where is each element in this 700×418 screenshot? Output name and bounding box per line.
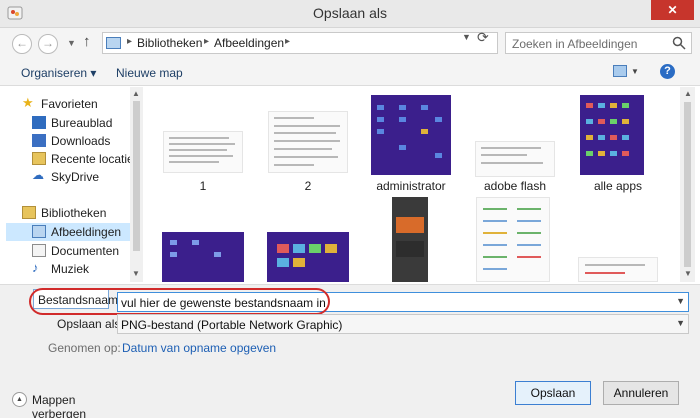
address-bar[interactable]: ▸ Bibliotheken ▸ Afbeeldingen ▸ xyxy=(102,32,498,54)
search-icon[interactable] xyxy=(672,36,686,50)
breadcrumb-chevron-icon[interactable]: ▸ xyxy=(204,36,209,47)
file-name[interactable]: adobe flash xyxy=(465,179,565,193)
file-thumbnail xyxy=(268,111,348,173)
back-button[interactable]: ← xyxy=(12,34,32,54)
breadcrumb-afbeeldingen[interactable]: Afbeeldingen xyxy=(214,36,284,50)
documents-icon xyxy=(32,244,46,257)
file-list-scrollbar[interactable]: ▲ ▼ xyxy=(680,87,695,282)
recent-places-icon xyxy=(32,152,46,165)
file-thumbnail xyxy=(475,141,555,177)
downloads-icon xyxy=(32,134,46,147)
scroll-down-icon[interactable]: ▼ xyxy=(132,269,140,278)
file-name[interactable]: 1 xyxy=(153,179,253,193)
recent-locations-dropdown-icon[interactable]: ▼ xyxy=(67,38,76,48)
window-title: Opslaan als xyxy=(313,5,387,21)
file-thumbnail xyxy=(580,95,644,175)
refresh-icon[interactable]: ⟳ xyxy=(477,29,489,46)
navigation-bar: ← → ▼ ↑ ▸ Bibliotheken ▸ Afbeeldingen ▸ … xyxy=(0,28,700,58)
scrollbar-thumb[interactable] xyxy=(133,101,140,251)
file-name[interactable]: administrator xyxy=(361,179,461,193)
file-thumbnail xyxy=(162,232,244,282)
scroll-up-icon[interactable]: ▲ xyxy=(684,89,692,98)
address-history-dropdown-icon[interactable]: ▼ xyxy=(462,32,471,42)
file-item[interactable] xyxy=(474,197,554,282)
view-options-dropdown-icon[interactable]: ▼ xyxy=(631,67,639,76)
file-item[interactable] xyxy=(578,257,658,282)
annotation-highlight-oval xyxy=(29,288,330,315)
chevron-up-icon: ▲ xyxy=(12,392,27,407)
desktop-icon xyxy=(32,116,46,129)
hide-folders-button[interactable]: ▲ Mappen verbergen xyxy=(12,391,132,418)
file-name[interactable]: alle apps xyxy=(568,179,668,193)
chevron-down-icon[interactable]: ▼ xyxy=(676,318,685,328)
savetype-label: Opslaan als: xyxy=(57,317,124,331)
navigation-pane: ★ Favorieten Bureaublad Downloads Recent… xyxy=(0,87,143,282)
file-thumbnail xyxy=(392,197,428,282)
star-icon: ★ xyxy=(22,95,34,110)
savetype-select[interactable]: PNG-bestand (Portable Network Graphic) ▼ xyxy=(117,314,689,334)
file-item-alle-apps[interactable] xyxy=(574,95,654,177)
library-icon xyxy=(106,37,121,49)
chevron-down-icon[interactable]: ▼ xyxy=(676,296,685,306)
pictures-icon xyxy=(32,225,46,238)
file-thumbnail xyxy=(371,95,451,175)
file-list: 1 2 administrator adobe flash alle apps xyxy=(148,87,680,282)
title-bar: Opslaan als ✕ xyxy=(0,0,700,28)
breadcrumb-chevron-icon[interactable]: ▸ xyxy=(285,36,290,47)
search-placeholder: Zoeken in Afbeeldingen xyxy=(512,37,638,51)
file-item-administrator[interactable] xyxy=(367,95,451,177)
music-icon: ♪ xyxy=(32,260,39,275)
file-item[interactable] xyxy=(263,232,349,282)
cancel-button[interactable]: Annuleren xyxy=(603,381,679,405)
help-icon[interactable]: ? xyxy=(660,64,675,79)
sidebar-libraries[interactable]: Bibliotheken xyxy=(22,204,137,222)
file-thumbnail xyxy=(267,232,349,282)
up-button[interactable]: ↑ xyxy=(83,33,91,50)
command-bar: Organiseren ▾ Nieuwe map ▼ ? xyxy=(0,58,700,86)
file-thumbnail xyxy=(163,131,243,173)
sidebar-item-afbeeldingen[interactable]: Afbeeldingen xyxy=(6,223,130,241)
scroll-up-icon[interactable]: ▲ xyxy=(132,89,140,98)
breadcrumb-chevron-icon[interactable]: ▸ xyxy=(127,36,132,47)
file-name[interactable]: 2 xyxy=(258,179,358,193)
organize-menu[interactable]: Organiseren ▾ xyxy=(21,66,96,80)
save-button[interactable]: Opslaan xyxy=(515,381,591,405)
breadcrumb-bibliotheken[interactable]: Bibliotheken xyxy=(137,36,202,50)
forward-button[interactable]: → xyxy=(38,34,58,54)
taken-label: Genomen op: xyxy=(48,341,121,355)
close-button[interactable]: ✕ xyxy=(651,0,694,20)
new-folder-button[interactable]: Nieuwe map xyxy=(116,66,183,80)
scrollbar-thumb[interactable] xyxy=(684,102,691,267)
save-form: Bestandsnaam: vul hier de gewenste besta… xyxy=(0,284,700,418)
sidebar-favorites[interactable]: ★ Favorieten xyxy=(22,95,137,113)
cloud-icon: ☁ xyxy=(32,168,44,182)
savetype-value: PNG-bestand (Portable Network Graphic) xyxy=(121,318,343,332)
search-input[interactable]: Zoeken in Afbeeldingen xyxy=(505,32,692,54)
file-thumbnail xyxy=(578,257,658,282)
change-view-icon[interactable] xyxy=(613,65,627,77)
date-taken-link[interactable]: Datum van opname opgeven xyxy=(122,341,276,355)
sidebar-scrollbar[interactable]: ▲ ▼ xyxy=(130,87,143,282)
file-thumbnail xyxy=(476,197,550,282)
file-item[interactable] xyxy=(392,197,472,282)
file-item[interactable] xyxy=(160,232,244,282)
libraries-icon xyxy=(22,206,36,219)
scroll-down-icon[interactable]: ▼ xyxy=(684,269,692,278)
